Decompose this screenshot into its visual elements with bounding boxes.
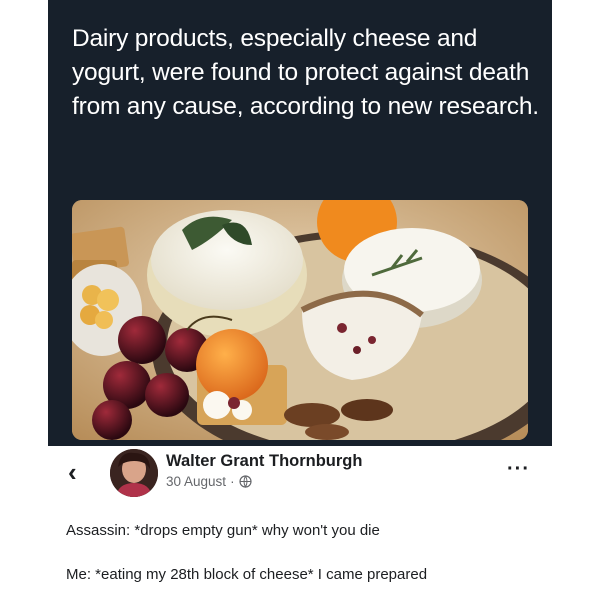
- more-options-icon[interactable]: ···: [507, 458, 530, 481]
- cheese-board-photo[interactable]: [72, 200, 528, 440]
- post-text-line-1: Assassin: *drops empty gun* why won't yo…: [66, 522, 380, 539]
- tweet-headline: Dairy products, especially cheese and yo…: [72, 25, 539, 120]
- post-date[interactable]: 30 August: [166, 474, 226, 489]
- profile-picture: [110, 449, 158, 497]
- cheese-board-image: [72, 200, 528, 440]
- avatar[interactable]: [110, 449, 158, 497]
- back-arrow-icon[interactable]: ‹: [68, 459, 90, 485]
- meta-separator: ·: [230, 474, 235, 489]
- post-meta: 30 August ·: [166, 474, 252, 489]
- globe-icon: [238, 475, 252, 489]
- author-name[interactable]: Walter Grant Thornburgh: [166, 452, 362, 471]
- post-text-line-2: Me: *eating my 28th block of cheese* I c…: [66, 566, 428, 583]
